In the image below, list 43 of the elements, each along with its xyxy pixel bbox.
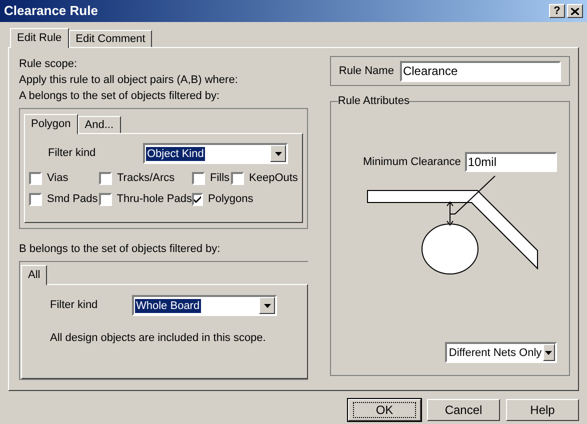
- close-icon: [571, 8, 579, 14]
- checkbox[interactable]: [231, 172, 244, 185]
- checkbox[interactable]: [192, 193, 203, 206]
- scope-text: Apply this rule to all object pairs (A,B) where:: [19, 73, 239, 88]
- dialog-button[interactable]: Help: [506, 399, 579, 421]
- dialog-button[interactable]: Cancel: [427, 399, 500, 421]
- scope-note: All design objects are included in this scope.: [50, 331, 267, 346]
- scope-text: Rule scope:: [19, 57, 78, 72]
- checkbox-label: Vias: [47, 171, 68, 186]
- checkbox[interactable]: [29, 172, 42, 185]
- checkbox[interactable]: [99, 172, 112, 185]
- checkbox-label: Thru-hole Pads: [116, 192, 192, 208]
- checkbox[interactable]: [192, 172, 205, 185]
- dropdown[interactable]: Different Nets Only: [444, 342, 557, 363]
- filter-label: Filter kind: [50, 298, 99, 314]
- field-label: Minimum Clearance: [363, 154, 461, 170]
- checkbox[interactable]: [29, 193, 42, 206]
- checkbox-label: KeepOuts: [249, 171, 298, 186]
- dropdown[interactable]: Whole Board: [132, 295, 277, 316]
- checkbox-label: Fills: [210, 171, 230, 186]
- scope-text: A belongs to the set of objects filtered by:: [19, 89, 221, 104]
- checkbox-label: Polygons: [208, 192, 254, 208]
- dropdown[interactable]: Object Kind: [143, 143, 288, 164]
- caret-icon: [542, 344, 555, 361]
- checkbox-label: Tracks/Arcs: [117, 171, 175, 186]
- window-title: Clearance Rule: [4, 2, 98, 20]
- tab[interactable]: Polygon: [24, 114, 78, 134]
- minimum-clearance-field[interactable]: 10mil: [464, 152, 557, 172]
- help-button[interactable]: ?: [549, 4, 565, 18]
- rule-name-field[interactable]: Clearance: [400, 60, 561, 82]
- field-label: Rule Name: [338, 64, 394, 79]
- dialog-button[interactable]: OK: [348, 399, 421, 421]
- tab[interactable]: All: [21, 265, 48, 285]
- close-button[interactable]: [567, 4, 583, 18]
- tab[interactable]: Edit Comment: [68, 30, 152, 47]
- caret-icon: [259, 297, 275, 314]
- tab[interactable]: And...: [78, 116, 121, 133]
- tab[interactable]: Edit Rule: [10, 28, 69, 48]
- checkbox[interactable]: [99, 193, 112, 206]
- checkbox-label: Smd Pads: [47, 192, 98, 208]
- scope-text: B belongs to the set of objects filtered by:: [19, 242, 222, 257]
- filter-label: Filter kind: [48, 146, 97, 162]
- caret-icon: [270, 145, 286, 162]
